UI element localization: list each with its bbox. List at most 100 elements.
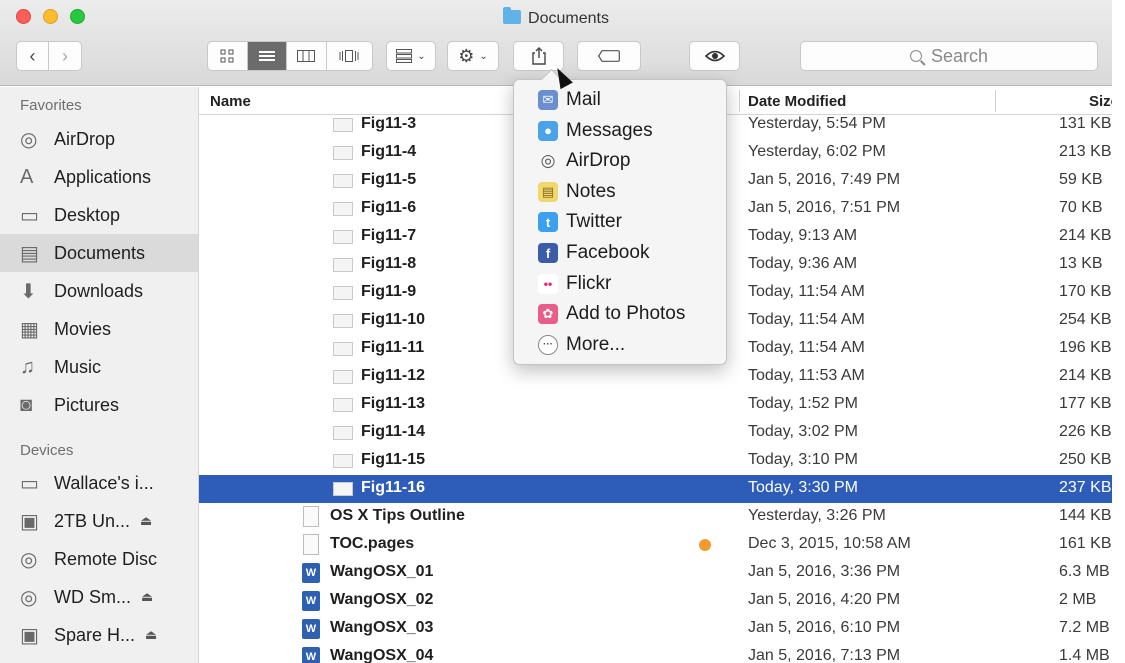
share-item-label: Twitter	[566, 211, 622, 233]
column-view-button[interactable]	[287, 42, 327, 70]
arrange-button[interactable]: ⌄	[386, 41, 436, 71]
column-divider[interactable]	[995, 90, 996, 112]
file-size: 13 KB	[1059, 255, 1103, 272]
share-item-flickr[interactable]: •• Flickr	[538, 270, 611, 298]
file-name: Fig11-6	[361, 199, 417, 216]
word-document-icon: W	[302, 647, 320, 663]
sidebar-item-pictures[interactable]: ◙ Pictures	[0, 386, 198, 424]
file-row[interactable]: TOC.pages Dec 3, 2015, 10:58 AM 161 KB	[199, 531, 1112, 559]
file-date-modified: Yesterday, 5:54 PM	[748, 115, 886, 132]
file-size: 213 KB	[1059, 143, 1112, 160]
sidebar-item-music[interactable]: ♫ Music	[0, 348, 198, 386]
share-item-more[interactable]: ··· More...	[538, 331, 625, 359]
image-file-icon	[333, 174, 353, 188]
file-name: Fig11-7	[361, 227, 417, 244]
messages-icon: ●	[538, 120, 558, 141]
sidebar-item-applications[interactable]: A Applications	[0, 158, 198, 196]
nav-buttons: ‹ ›	[16, 41, 82, 71]
share-item-label: Flickr	[566, 272, 612, 294]
share-menu: ✉ Mail ● Messages ◎ AirDrop ▤ Notes t Twitter f Fac…	[513, 79, 727, 365]
sidebar-item-remote-disc[interactable]: ◎ Remote Disc	[0, 540, 198, 578]
file-row[interactable]: W WangOSX_02 Jan 5, 2016, 4:20 PM 2 MB	[199, 587, 1112, 615]
file-name: Fig11-14	[361, 423, 426, 440]
file-name: Fig11-13	[361, 395, 426, 412]
file-size: 177 KB	[1059, 395, 1112, 412]
mail-icon: ✉	[538, 90, 558, 110]
sidebar-item-desktop[interactable]: ▭ Desktop	[0, 196, 198, 234]
sidebar-item-documents[interactable]: ▤ Documents	[0, 234, 198, 272]
file-row[interactable]: OS X Tips Outline Yesterday, 3:26 PM 144 K…	[199, 503, 1112, 531]
sidebar-item-spare-h[interactable]: ▣ Spare H... ⏏	[0, 616, 198, 654]
file-date-modified: Yesterday, 3:26 PM	[748, 507, 886, 524]
file-row[interactable]: Fig11-12 Today, 11:53 AM 214 KB	[199, 363, 1112, 391]
file-row[interactable]: W WangOSX_03 Jan 5, 2016, 6:10 PM 7.2 MB	[199, 615, 1112, 643]
file-name: WangOSX_04	[330, 647, 434, 663]
eject-icon[interactable]: ⏏	[140, 513, 152, 529]
image-file-icon	[333, 398, 353, 412]
sidebar-item-label: Movies	[54, 318, 112, 339]
sidebar-item-label: Documents	[54, 242, 146, 263]
sidebar-item-downloads[interactable]: ⬇ Downloads	[0, 272, 198, 310]
share-item-messages[interactable]: ● Messages	[538, 117, 653, 145]
quick-look-button[interactable]	[689, 41, 740, 71]
file-row[interactable]: Fig11-13 Today, 1:52 PM 177 KB	[199, 391, 1112, 419]
share-item-airdrop[interactable]: ◎ AirDrop	[538, 147, 631, 175]
file-name: Fig11-12	[361, 367, 426, 384]
file-size: 214 KB	[1059, 367, 1112, 384]
file-size: 131 KB	[1059, 115, 1112, 132]
file-row[interactable]: Fig11-14 Today, 3:02 PM 226 KB	[199, 419, 1112, 447]
share-button[interactable]	[513, 41, 564, 71]
flickr-icon: ••	[538, 273, 558, 294]
share-item-notes[interactable]: ▤ Notes	[538, 178, 616, 206]
tag-button[interactable]	[577, 41, 641, 71]
file-row[interactable]: Fig11-16 Today, 3:30 PM 237 KB	[199, 475, 1112, 503]
coverflow-view-button[interactable]	[327, 42, 372, 70]
share-item-add-to-photos[interactable]: ✿ Add to Photos	[538, 300, 685, 328]
file-name: OS X Tips Outline	[330, 507, 465, 524]
file-name: Fig11-8	[361, 255, 417, 272]
file-date-modified: Yesterday, 6:02 PM	[748, 143, 886, 160]
icon-view-button[interactable]	[208, 42, 248, 70]
column-size[interactable]: Size	[1089, 93, 1112, 110]
image-file-icon	[333, 118, 353, 132]
eject-icon[interactable]: ⏏	[141, 589, 153, 605]
disc-icon: ◎	[20, 586, 38, 609]
eject-icon[interactable]: ⏏	[145, 627, 157, 643]
sidebar-item-label: Remote Disc	[54, 548, 158, 569]
action-button[interactable]: ⚙ ⌄	[447, 41, 499, 71]
sidebar-item-wallace-s-i[interactable]: ▭ Wallace's i...	[0, 464, 198, 502]
image-file-icon	[333, 202, 353, 216]
search-field[interactable]: Search	[800, 41, 1098, 71]
column-name[interactable]: Name	[210, 93, 251, 110]
file-row[interactable]: Fig11-15 Today, 3:10 PM 250 KB	[199, 447, 1112, 475]
chevron-left-icon: ‹	[29, 45, 36, 66]
airdrop-icon: ◎	[540, 151, 556, 171]
forward-button[interactable]: ›	[49, 42, 81, 70]
sidebar-item-2tb-un[interactable]: ▣ 2TB Un... ⏏	[0, 502, 198, 540]
applications-icon: A	[20, 165, 34, 188]
file-size: 214 KB	[1059, 227, 1112, 244]
gear-icon: ⚙	[458, 45, 475, 66]
column-view-icon	[297, 50, 316, 62]
airdrop-icon: ◎	[20, 128, 38, 151]
back-button[interactable]: ‹	[17, 42, 50, 70]
share-item-mail[interactable]: ✉ Mail	[538, 86, 601, 114]
file-date-modified: Jan 5, 2016, 4:20 PM	[748, 591, 901, 608]
desktop-icon: ▭	[20, 204, 39, 227]
chevron-right-icon: ›	[62, 45, 68, 66]
share-item-twitter[interactable]: t Twitter	[538, 208, 622, 236]
list-view-button[interactable]	[247, 42, 288, 70]
column-date-modified[interactable]: Date Modified	[748, 93, 846, 110]
sidebar-item-label: Wallace's i...	[54, 472, 154, 493]
sidebar-item-movies[interactable]: ▦ Movies	[0, 310, 198, 348]
file-row[interactable]: W WangOSX_04 Jan 5, 2016, 7:13 PM 1.4 MB	[199, 643, 1112, 663]
view-mode-control	[207, 41, 373, 71]
pictures-icon: ◙	[20, 393, 33, 416]
column-divider[interactable]	[739, 90, 740, 112]
file-date-modified: Jan 5, 2016, 7:49 PM	[748, 171, 901, 188]
sidebar-item-airdrop[interactable]: ◎ AirDrop	[0, 120, 198, 158]
sidebar-item-wd-sm[interactable]: ◎ WD Sm... ⏏	[0, 578, 198, 616]
share-item-label: AirDrop	[566, 150, 631, 172]
file-row[interactable]: W WangOSX_01 Jan 5, 2016, 3:36 PM 6.3 MB	[199, 559, 1112, 587]
share-item-facebook[interactable]: f Facebook	[538, 239, 649, 267]
